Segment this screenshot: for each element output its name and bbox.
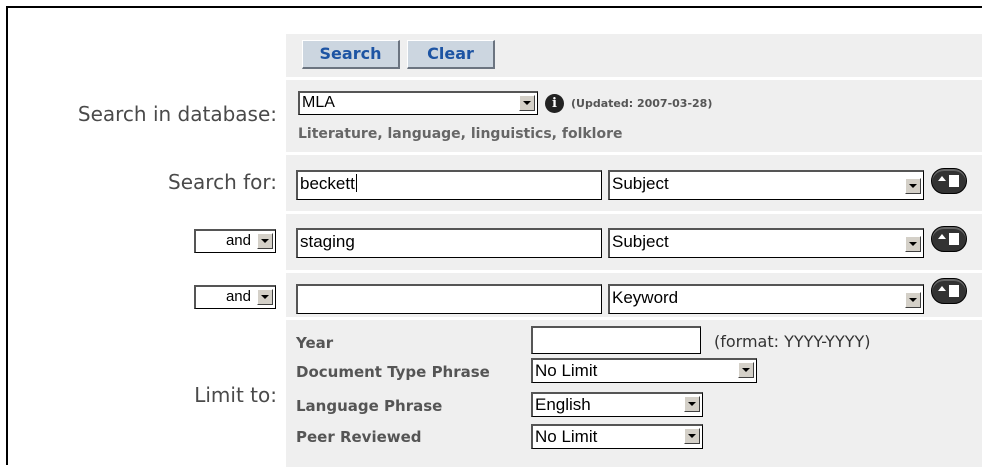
search-row-2: staging Subject bbox=[286, 214, 982, 270]
boolean-operator-select-2[interactable]: and bbox=[194, 229, 276, 253]
search-term-input-1[interactable]: beckett bbox=[296, 170, 602, 200]
database-updated: (Updated: 2007-03-28) bbox=[571, 97, 713, 110]
database-select-value: MLA bbox=[302, 94, 335, 111]
search-field-value-1: Subject bbox=[612, 174, 669, 193]
chevron-down-icon bbox=[905, 236, 921, 252]
peer-reviewed-label: Peer Reviewed bbox=[296, 428, 422, 446]
expand-field-toggle-icon[interactable] bbox=[931, 168, 967, 194]
language-label: Language Phrase bbox=[296, 397, 443, 415]
peer-reviewed-select[interactable]: No Limit bbox=[531, 424, 703, 449]
search-field-select-2[interactable]: Subject bbox=[608, 228, 924, 258]
boolean-operator-select-3[interactable]: and bbox=[194, 285, 276, 309]
language-select[interactable]: English bbox=[531, 392, 703, 417]
chevron-down-icon bbox=[257, 233, 273, 249]
document-type-select[interactable]: No Limit bbox=[531, 358, 757, 383]
button-bar: Search Clear bbox=[286, 34, 982, 77]
language-value: English bbox=[535, 395, 591, 414]
search-field-value-3: Keyword bbox=[612, 288, 679, 307]
database-panel: MLA i (Updated: 2007-03-28) Literature, … bbox=[286, 80, 982, 152]
chevron-down-icon bbox=[257, 289, 273, 305]
database-label: Search in database: bbox=[77, 102, 277, 126]
limit-to-label: Limit to: bbox=[194, 383, 277, 407]
chevron-down-icon bbox=[738, 362, 754, 378]
boolean-operator-value-3: and bbox=[225, 288, 251, 305]
chevron-down-icon bbox=[519, 95, 535, 111]
search-form-frame: Search Clear Search in database: MLA i (… bbox=[6, 6, 982, 467]
boolean-operator-value-2: and bbox=[225, 232, 251, 249]
document-type-label: Document Type Phrase bbox=[296, 363, 490, 381]
limits-panel: Year (format: YYYY-YYYY) Document Type P… bbox=[286, 320, 982, 467]
expand-field-toggle-icon[interactable] bbox=[931, 278, 967, 304]
search-for-label: Search for: bbox=[168, 170, 277, 194]
search-field-select-3[interactable]: Keyword bbox=[608, 284, 924, 314]
info-icon[interactable]: i bbox=[545, 94, 564, 113]
chevron-down-icon bbox=[905, 178, 921, 194]
chevron-down-icon bbox=[684, 428, 700, 444]
expand-field-toggle-icon[interactable] bbox=[931, 226, 967, 252]
search-term-value-1: beckett bbox=[300, 174, 355, 193]
chevron-down-icon bbox=[905, 292, 921, 308]
document-type-value: No Limit bbox=[535, 361, 598, 380]
database-description: Literature, language, linguistics, folkl… bbox=[298, 126, 623, 142]
search-button[interactable]: Search bbox=[302, 40, 400, 69]
database-select[interactable]: MLA bbox=[298, 91, 538, 115]
chevron-down-icon bbox=[684, 396, 700, 412]
year-input[interactable] bbox=[531, 326, 701, 354]
search-term-input-2[interactable]: staging bbox=[296, 228, 602, 258]
search-row-1: beckett Subject bbox=[286, 155, 982, 211]
search-row-3: Keyword bbox=[286, 273, 982, 317]
year-label: Year bbox=[296, 334, 334, 352]
search-field-value-2: Subject bbox=[612, 232, 669, 251]
peer-reviewed-value: No Limit bbox=[535, 427, 598, 446]
search-field-select-1[interactable]: Subject bbox=[608, 170, 924, 200]
search-term-value-2: staging bbox=[300, 232, 355, 251]
clear-button[interactable]: Clear bbox=[407, 40, 495, 69]
text-cursor bbox=[355, 174, 357, 192]
search-term-input-3[interactable] bbox=[296, 284, 602, 314]
year-format-hint: (format: YYYY-YYYY) bbox=[714, 332, 871, 351]
